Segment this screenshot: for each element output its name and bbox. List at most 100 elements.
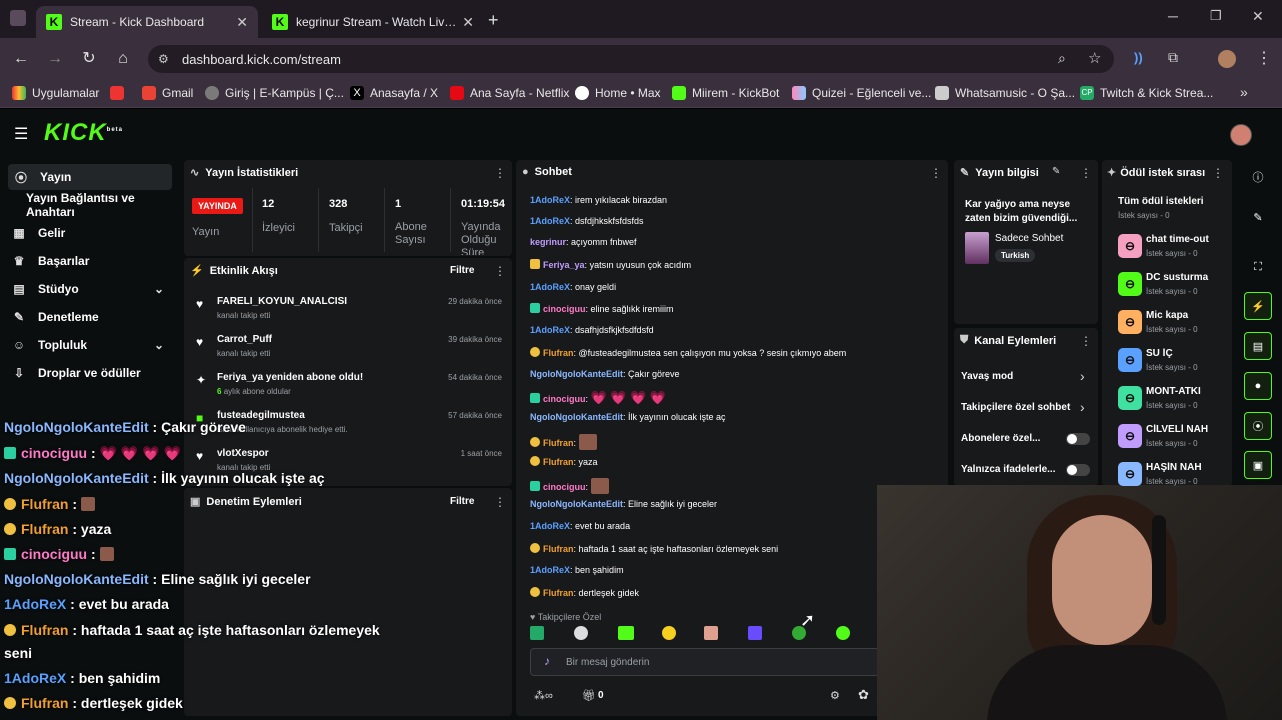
viewers-infinity-icon[interactable]: ⁂∞ [534, 689, 553, 702]
emote-icon[interactable] [574, 626, 588, 640]
kick-logo[interactable]: KICKbeta [44, 119, 123, 147]
chat-username[interactable]: 1AdoReX [530, 282, 570, 292]
rail-video-icon[interactable]: ▣ [1244, 451, 1272, 479]
home-icon[interactable]: ⌂ [112, 48, 134, 70]
rail-activity-icon[interactable]: ⚡ [1244, 292, 1272, 320]
bookmark-whatsamusic[interactable]: Whatsamusic - O Şa... [935, 86, 1075, 100]
profile-avatar-icon[interactable] [1218, 50, 1236, 68]
sidebar-item-denetleme[interactable]: ✎ Denetleme [0, 304, 180, 330]
chat-username[interactable]: 1AdoReX [530, 325, 570, 335]
chat-username[interactable]: Flufran [543, 544, 574, 554]
emote-icon[interactable] [662, 626, 676, 640]
moderation-more-icon[interactable]: ⋮ [494, 495, 506, 509]
chat-username[interactable]: Flufran [543, 457, 574, 467]
minimize-icon[interactable]: ─ [1168, 8, 1178, 24]
chat-username[interactable]: NgoloNgoloKanteEdit [530, 369, 623, 379]
bookmark-star-icon[interactable]: ☆ [1088, 49, 1101, 67]
back-arrow-icon[interactable]: ← [10, 48, 32, 70]
reward-more-icon[interactable]: ⋮ [1212, 166, 1224, 180]
reward-item-name[interactable]: Mic kapa [1146, 310, 1226, 321]
sidebar-item-droplar[interactable]: ⇩ Droplar ve ödüller [0, 360, 180, 386]
channel-actions-more-icon[interactable]: ⋮ [1080, 334, 1092, 348]
reward-item-name[interactable]: SU İÇ [1146, 348, 1226, 359]
reward-item-name[interactable]: chat time-out [1146, 234, 1226, 245]
emote-icon[interactable] [748, 626, 762, 640]
reward-item-name[interactable]: CİLVELİ NAH [1146, 424, 1226, 435]
new-tab-button[interactable]: + [488, 10, 499, 31]
stream-info-more-icon[interactable]: ⋮ [1080, 166, 1092, 180]
bookmark-netflix[interactable]: Ana Sayfa - Netflix [450, 86, 569, 100]
chat-username[interactable]: kegrinur [530, 237, 566, 247]
emote-icon[interactable] [704, 626, 718, 640]
tab-search-icon[interactable] [10, 10, 26, 26]
extension-icon[interactable]: )) [1134, 50, 1143, 65]
bookmark-ekampus[interactable]: Giriş | E-Kampüs | Ç... [205, 86, 344, 100]
rail-chat-icon[interactable]: ● [1244, 372, 1272, 400]
url-text[interactable]: dashboard.kick.com/stream [182, 52, 341, 67]
zoom-icon[interactable]: ⌕ [1058, 50, 1066, 67]
tab-kick-dashboard[interactable]: K Stream - Kick Dashboard ✕ [36, 6, 258, 38]
emote-icon[interactable] [530, 626, 544, 640]
chat-username[interactable]: Flufran [543, 438, 574, 448]
sidebar-item-stream-key[interactable]: Yayın Bağlantısı ve Anahtarı [0, 191, 180, 219]
tag-badge[interactable]: Turkish [995, 249, 1036, 262]
emote-icon[interactable] [618, 626, 634, 640]
user-avatar[interactable] [1230, 124, 1252, 146]
chevron-right-icon[interactable]: › [1080, 399, 1085, 415]
reload-icon[interactable]: ↻ [78, 48, 100, 70]
chat-username[interactable]: cinociguu [543, 304, 586, 314]
browser-menu-icon[interactable]: ⋮ [1256, 48, 1272, 68]
close-tab-icon[interactable]: ✕ [236, 14, 248, 31]
bookmark-youtube[interactable] [110, 86, 130, 100]
chat-more-icon[interactable]: ⋮ [930, 166, 942, 180]
edit-pencil-icon[interactable]: ✎ [1052, 166, 1060, 177]
tab-kegrinur-stream[interactable]: K kegrinur Stream - Watch Live o ✕ [262, 6, 484, 38]
extensions-puzzle-icon[interactable]: ⧉ [1168, 49, 1178, 66]
bookmark-apps[interactable]: Uygulamalar [12, 86, 99, 100]
site-info-icon[interactable]: ⚙ [158, 52, 169, 66]
reward-item-name[interactable]: MONT-ATKI [1146, 386, 1226, 397]
close-tab-icon[interactable]: ✕ [462, 14, 474, 31]
activity-filter-button[interactable]: Filtre [450, 265, 474, 276]
gift-icon[interactable]: 🎁︎ [582, 689, 596, 702]
chat-username[interactable]: 1AdoReX [530, 521, 570, 531]
sidebar-item-studyo[interactable]: ▤ Stüdyo ⌄ [0, 276, 180, 302]
sidebar-item-yayin[interactable]: ⦿ Yayın [8, 164, 172, 190]
rail-broadcast-icon[interactable]: ⦿ [1244, 412, 1272, 440]
info-icon[interactable]: ⓘ [1244, 163, 1272, 191]
bookmark-kickbot[interactable]: Miirem - KickBot [672, 86, 779, 100]
emotes-only-toggle[interactable] [1066, 464, 1090, 476]
activity-more-icon[interactable]: ⋮ [494, 264, 506, 278]
bookmark-x[interactable]: X Anasayfa / X [350, 86, 438, 100]
maximize-icon[interactable]: ❐ [1210, 8, 1222, 24]
chat-username[interactable]: 1AdoReX [530, 195, 570, 205]
subs-only-toggle[interactable] [1066, 433, 1090, 445]
chat-username[interactable]: Feriya_ya [543, 260, 585, 270]
chevron-right-icon[interactable]: › [1080, 368, 1085, 384]
fullscreen-icon[interactable]: ⛶ [1244, 253, 1272, 281]
chat-username[interactable]: 1AdoReX [530, 565, 570, 575]
chat-username[interactable]: 1AdoReX [530, 216, 570, 226]
chat-settings-gear-icon[interactable]: ⚙ [830, 689, 840, 702]
bookmark-quizei[interactable]: Quizei - Eğlenceli ve... [792, 86, 931, 100]
forward-arrow-icon[interactable]: → [44, 48, 66, 70]
emote-picker-icon[interactable]: ✿ [858, 687, 869, 703]
microphone-icon[interactable]: ♪ [544, 654, 550, 668]
stats-more-icon[interactable]: ⋮ [494, 166, 506, 180]
sidebar-item-topluluk[interactable]: ☺ Topluluk ⌄ [0, 332, 180, 358]
category-name[interactable]: Sadece Sohbet [995, 233, 1063, 244]
chat-username[interactable]: cinociguu [543, 394, 586, 404]
edit-icon[interactable]: ✎ [1244, 203, 1272, 231]
chat-username[interactable]: cinociguu [543, 482, 586, 492]
hamburger-menu-icon[interactable]: ☰ [14, 124, 28, 144]
sidebar-item-basarilar[interactable]: ♛ Başarılar [0, 248, 180, 274]
more-bookmarks-icon[interactable]: » [1240, 84, 1248, 100]
all-rewards-title[interactable]: Tüm ödül istekleri [1118, 196, 1204, 207]
reward-item-name[interactable]: DC susturma [1146, 272, 1226, 283]
slow-mode-label[interactable]: Yavaş mod [961, 371, 1013, 382]
followers-only-chat-label[interactable]: Takipçilere özel sohbet [961, 402, 1070, 413]
window-close-icon[interactable]: ✕ [1252, 8, 1264, 25]
sidebar-item-gelir[interactable]: ▦ Gelir [0, 220, 180, 246]
moderation-filter-button[interactable]: Filtre [450, 496, 474, 507]
chat-username[interactable]: Flufran [543, 588, 574, 598]
